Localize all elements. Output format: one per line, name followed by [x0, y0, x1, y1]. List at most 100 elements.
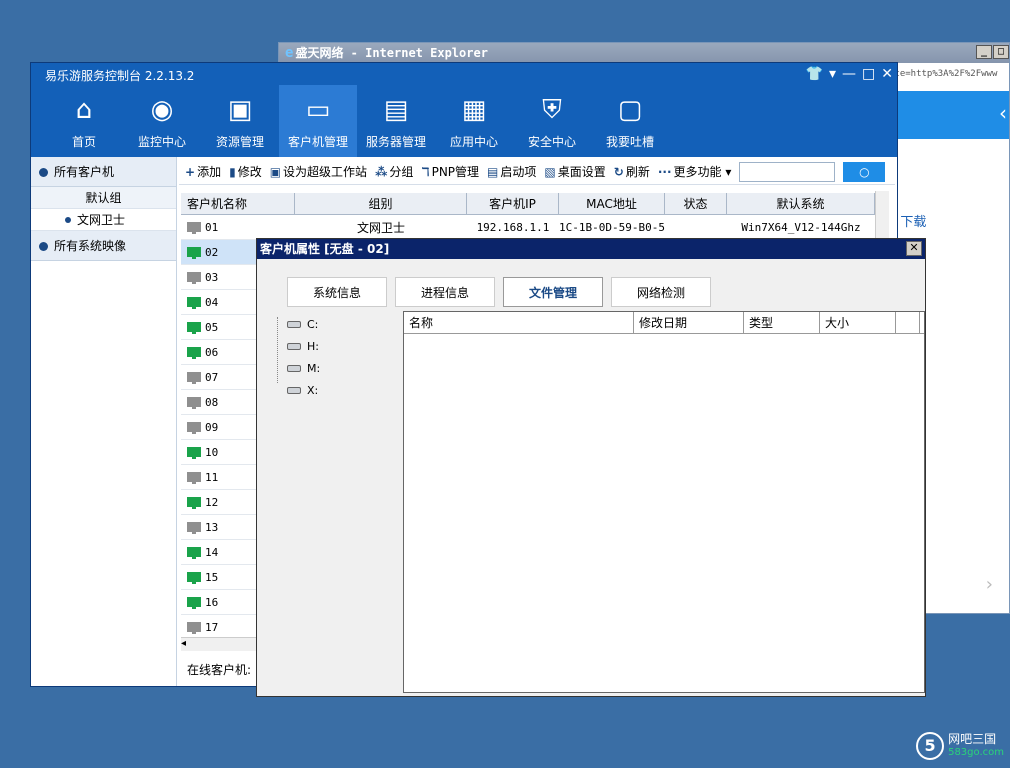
search-input[interactable] [739, 161, 836, 182]
client-name-cell: 01 [181, 221, 295, 234]
computer-icon [187, 547, 201, 559]
file-list-header: 名称 修改日期 类型 大小 [404, 312, 924, 334]
ip-cell: 192.168.1.1 [476, 220, 550, 234]
client-properties-dialog: 客户机属性 [无盘 - 02] ✕ 系统信息 进程信息 文件管理 网络检测 C: H: M… [256, 238, 926, 697]
shield-icon: ⛨ [542, 95, 562, 125]
computer-icon [187, 497, 201, 509]
hard-drive-icon [287, 320, 301, 328]
computer-icon [187, 522, 201, 534]
computer-icon [187, 347, 201, 359]
group-cell: 文网卫士 [356, 220, 405, 235]
file-column-header[interactable]: 名称 [404, 312, 634, 333]
computer-icon [187, 322, 201, 334]
drive-item[interactable]: X: [277, 379, 397, 401]
top-bar: 易乐游服务控制台 2.2.13.2 👕 ▾ — □ ✕ ⌂ 首页 ◉ 监控中心 ▣ 资源管… [31, 63, 897, 157]
nav-item-3[interactable]: ▭ 客户机管理 [279, 85, 357, 157]
desktop-settings-button[interactable]: ▧ 桌面设置 [544, 163, 605, 180]
sidebar-default-group[interactable]: 默认组 [31, 187, 176, 209]
hard-drive-icon [287, 386, 301, 394]
sidebar-all-images[interactable]: 所有系统映像 [31, 231, 176, 261]
sidebar-all-clients[interactable]: 所有客户机 [31, 157, 176, 187]
add-button[interactable]: + 添加 [185, 163, 221, 180]
column-header[interactable]: 状态 [665, 193, 727, 214]
refresh-button[interactable]: ↻ 刷新 [614, 163, 650, 180]
group-button[interactable]: ⁂ 分组 [375, 163, 413, 180]
nav-item-4[interactable]: ▤ 服务器管理 [357, 85, 435, 157]
ie-logo-icon: e [285, 45, 294, 61]
status-online-label: 在线客户机: [187, 663, 252, 677]
nav-item-6[interactable]: ⛨ 安全中心 [513, 85, 591, 157]
app-title: 易乐游服务控制台 2.2.13.2 [45, 69, 195, 83]
ie-minimize-button[interactable]: _ [976, 45, 992, 59]
ie-title-text: 盛天网络 - Internet Explorer [295, 46, 488, 60]
server-icon: ▤ [383, 95, 409, 125]
mac-cell: 1C-1B-0D-59-B0-54 [559, 220, 665, 234]
watermark: 5 网吧三国 583go.com [916, 732, 1004, 760]
column-header[interactable]: MAC地址 [559, 193, 665, 214]
computer-icon [187, 397, 201, 409]
nav-label: 安全中心 [527, 135, 576, 149]
nav-label: 客户机管理 [287, 135, 348, 149]
nav-label: 我要吐槽 [605, 135, 654, 149]
nav-item-5[interactable]: ▦ 应用中心 [435, 85, 513, 157]
expand-icon [39, 168, 48, 177]
skin-icon[interactable]: 👕 [806, 66, 823, 82]
default-os-cell: Win7X64_V12-144Ghz [741, 220, 861, 234]
file-column-header[interactable]: 大小 [820, 312, 896, 333]
dialog-tab-2[interactable]: 文件管理 [503, 277, 603, 307]
dialog-titlebar: 客户机属性 [无盘 - 02] ✕ [257, 239, 925, 259]
sidebar-sub-item[interactable]: 文网卫士 [31, 209, 176, 231]
main-nav: ⌂ 首页 ◉ 监控中心 ▣ 资源管理 ▭ 客户机管理 ▤ 服务器管理 ▦ 应用中心 ⛨ 安全中心 ▢ 我要吐槽 [45, 85, 669, 157]
nav-label: 服务器管理 [365, 135, 426, 149]
edit-button[interactable]: ▮ 修改 [229, 163, 262, 180]
tree-line [277, 317, 278, 383]
file-column-filler [896, 312, 920, 333]
search-icon[interactable]: ○ [843, 161, 886, 182]
hard-drive-icon [287, 342, 301, 350]
nav-item-0[interactable]: ⌂ 首页 [45, 85, 123, 157]
nav-item-2[interactable]: ▣ 资源管理 [201, 85, 279, 157]
nav-label: 应用中心 [449, 135, 498, 149]
computer-icon [187, 297, 201, 309]
toolbar: + 添加 ▮ 修改 ▣ 设为超级工作站 ⁂ 分组 ℸ PNP管理 ▤ 启动项 ▧ 桌面设置 ↻… [179, 159, 895, 185]
dialog-tab-0[interactable]: 系统信息 [287, 277, 387, 307]
toolbox-icon: ▦ [461, 95, 487, 125]
drive-item[interactable]: H: [277, 335, 397, 357]
dialog-tab-3[interactable]: 网络检测 [611, 277, 711, 307]
file-column-header[interactable]: 修改日期 [634, 312, 744, 333]
nav-label: 资源管理 [215, 135, 264, 149]
ie-banner: ‹ [889, 91, 1009, 139]
more-functions-button[interactable]: ··· 更多功能 ▾ [658, 163, 732, 180]
super-workstation-button[interactable]: ▣ 设为超级工作站 [270, 163, 367, 180]
table-row[interactable]: 01 文网卫士 192.168.1.1 1C-1B-0D-59-B0-54 Win7X6… [181, 215, 889, 240]
chevron-right-icon[interactable]: › [986, 574, 993, 595]
file-column-header[interactable]: 类型 [744, 312, 820, 333]
column-header[interactable]: 客户机名称 [181, 193, 295, 214]
ie-maximize-button[interactable]: □ [993, 45, 1009, 59]
arrow-left-icon[interactable]: ‹ [999, 101, 1007, 125]
maximize-button[interactable]: □ [862, 66, 875, 82]
dialog-tab-1[interactable]: 进程信息 [395, 277, 495, 307]
home-icon: ⌂ [75, 95, 93, 125]
minimize-button[interactable]: — [842, 66, 856, 82]
nav-item-7[interactable]: ▢ 我要吐槽 [591, 85, 669, 157]
close-button[interactable]: ✕ [881, 66, 893, 82]
startup-button[interactable]: ▤ 启动项 [487, 163, 536, 180]
drive-tree: C: H: M: X: [277, 311, 397, 691]
nav-item-1[interactable]: ◉ 监控中心 [123, 85, 201, 157]
bullet-icon [65, 217, 71, 223]
gamepad-icon: ▣ [227, 95, 253, 125]
dropdown-menu-icon[interactable]: ▾ [829, 66, 836, 82]
eye-icon: ◉ [150, 95, 174, 125]
dialog-close-button[interactable]: ✕ [906, 241, 922, 256]
column-header[interactable]: 客户机IP [467, 193, 559, 214]
dialog-title: 客户机属性 [无盘 - 02] [260, 242, 390, 256]
ie-titlebar: e 盛天网络 - Internet Explorer _ □ [279, 43, 1009, 63]
column-header[interactable]: 默认系统 [727, 193, 875, 214]
drive-item[interactable]: M: [277, 357, 397, 379]
pnp-button[interactable]: ℸ PNP管理 [421, 163, 479, 180]
drive-item[interactable]: C: [277, 313, 397, 335]
monitor-icon: ▭ [305, 95, 331, 125]
watermark-main: 网吧三国 [948, 732, 997, 746]
column-header[interactable]: 组别 [295, 193, 467, 214]
